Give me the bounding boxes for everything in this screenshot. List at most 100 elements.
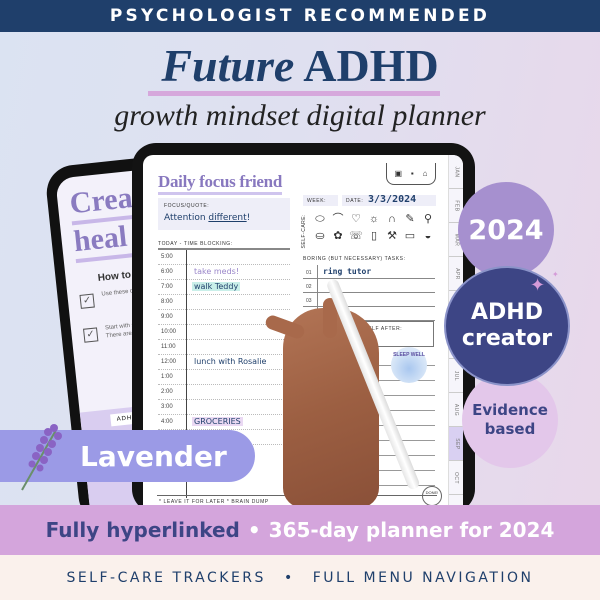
time-slot-entry: GROCERIES: [192, 417, 243, 426]
time-slot-time: 8:00: [161, 299, 173, 305]
bowl-icon[interactable]: ◒: [419, 229, 437, 243]
index-icon[interactable]: ▪: [411, 169, 414, 178]
main-title: Future ADHD: [0, 40, 600, 92]
meditation-icon[interactable]: ⚲: [419, 212, 437, 226]
focus-label: Focus/quote:: [164, 203, 210, 209]
date-value: 3/3/2024: [368, 194, 417, 205]
calendar-icon[interactable]: ▣: [394, 169, 402, 178]
hand-image: [263, 298, 379, 508]
month-tab-label: APR: [453, 267, 460, 280]
focus-quote-box[interactable]: Focus/quote: Attention different!: [158, 198, 290, 230]
top-banner: PSYCHOLOGIST RECOMMENDED: [0, 0, 600, 32]
title-italic: Future: [161, 40, 295, 91]
time-slot-entry: take meds!: [194, 267, 240, 276]
evidence-badge: Evidence based: [462, 372, 558, 468]
headphones-icon[interactable]: ∩: [383, 212, 401, 226]
time-slot-time: 2:00: [161, 389, 173, 395]
time-slot-time: 12:00: [161, 359, 177, 365]
selfcare-tracker-grid: ⬭ ⌒ ♡ ☼ ∩ ✎ ⚲ ⛀ ✿ ☏ ▯ ⚒ ▭ ◒: [311, 212, 439, 243]
paw-icon[interactable]: ✿: [329, 229, 347, 243]
month-tab-label: AUG: [453, 403, 460, 416]
feature-bar: SELF-CARE TRACKERS • FULL MENU NAVIGATIO…: [0, 555, 600, 600]
time-slot-row[interactable]: 8:00: [158, 295, 290, 310]
subtitle: growth mindset digital planner: [114, 99, 486, 132]
month-tab-label: OCT: [453, 471, 460, 484]
time-slot-row[interactable]: 4:00 GROCERIES: [158, 415, 290, 430]
task-row[interactable]: 02: [303, 279, 435, 293]
time-slot-row[interactable]: 11:00: [158, 340, 290, 355]
promo-part-1: Fully hyperlinked: [45, 518, 240, 542]
month-tab-oct[interactable]: OCT: [449, 461, 463, 495]
focus-text-post: !: [246, 213, 251, 223]
lavender-flower-icon: [21, 424, 62, 491]
phone-icon[interactable]: ☏: [347, 229, 365, 243]
pill-icon[interactable]: ⬭: [311, 212, 329, 226]
time-slot-row[interactable]: 12:00 lunch with Rosalie: [158, 355, 290, 370]
time-slot-time: 3:00: [161, 404, 173, 410]
feature-separator: •: [283, 569, 295, 586]
nav-icons: ▣ ▪ ⌂: [386, 163, 436, 185]
done-stamp[interactable]: DONE!: [422, 486, 442, 505]
week-field[interactable]: Week:: [303, 195, 338, 206]
heart-icon[interactable]: ♡: [347, 212, 365, 226]
selfcare-label: Self-care:: [301, 214, 307, 249]
checkbox-checked-icon: ✓: [83, 327, 99, 343]
planner-title: Daily focus friend: [158, 172, 282, 195]
task-number: 02: [306, 284, 312, 290]
time-slot-row[interactable]: 6:00 take meds!: [158, 265, 290, 280]
feature-1: SELF-CARE TRACKERS: [66, 569, 266, 586]
year-badge-text: 2024: [468, 214, 544, 246]
time-slot-time: 5:00: [161, 254, 173, 260]
month-tab-label: JUL: [453, 370, 460, 381]
evidence-line-2: based: [484, 420, 536, 438]
time-slot-time: 4:00: [161, 419, 173, 425]
week-label: Week:: [307, 198, 327, 204]
laptop-icon[interactable]: ▭: [401, 229, 419, 243]
promo-bar: Fully hyperlinked • 365-day planner for …: [0, 505, 600, 555]
date-label: Date:: [346, 198, 364, 204]
time-slot-entry: lunch with Rosalie: [194, 357, 267, 366]
task-number: 03: [306, 298, 312, 304]
bath-icon[interactable]: ⛀: [311, 229, 329, 243]
title-underline: [148, 91, 440, 96]
time-slot-row[interactable]: 1:00: [158, 370, 290, 385]
sparkle-icon: ✦: [552, 270, 559, 279]
time-slot-row[interactable]: 3:00: [158, 400, 290, 415]
home-icon[interactable]: ⌂: [423, 169, 428, 178]
sun-icon[interactable]: ☼: [365, 212, 383, 226]
month-tab-sep[interactable]: SEP: [449, 427, 463, 461]
time-slot-time: 10:00: [161, 329, 177, 335]
title-rest: ADHD: [294, 40, 439, 91]
top-banner-text: PSYCHOLOGIST RECOMMENDED: [109, 6, 491, 26]
focus-text-pre: Attention: [164, 213, 209, 223]
feature-2: FULL MENU NAVIGATION: [312, 569, 534, 586]
date-field[interactable]: Date: 3/3/2024: [342, 194, 436, 206]
task-row[interactable]: 01 ring tutor: [303, 265, 435, 279]
promo-part-2: 365-day planner for 2024: [268, 518, 555, 542]
water-glass-icon[interactable]: ▯: [365, 229, 383, 243]
adhd-line-2: creator: [461, 326, 553, 351]
time-slot-row[interactable]: 2:00: [158, 385, 290, 400]
checkbox-checked-icon: ✓: [79, 293, 95, 309]
back-howto-heading: How to: [97, 269, 132, 284]
time-slot-time: 9:00: [161, 314, 173, 320]
task-number: 01: [306, 270, 312, 276]
time-slot-entry: walk Teddy: [192, 282, 241, 291]
month-tab-label: JAN: [453, 166, 460, 177]
focus-text: Attention different!: [164, 213, 250, 223]
sleep-well-sticker: SLEEP WELL: [391, 347, 427, 383]
time-blocking-label: Today - time blocking:: [158, 241, 233, 247]
tooth-icon[interactable]: ⌒: [329, 212, 347, 226]
task-text: ring tutor: [323, 267, 372, 276]
promo-separator: •: [247, 518, 261, 542]
month-tab-aug[interactable]: AUG: [449, 393, 463, 427]
time-slot-time: 7:00: [161, 284, 173, 290]
time-slot-row[interactable]: 5:00: [158, 250, 290, 265]
month-tab-label: SEP: [453, 437, 460, 450]
month-tab-jan[interactable]: JAN: [449, 155, 463, 189]
time-slot-time: 6:00: [161, 269, 173, 275]
broom-icon[interactable]: ⚒: [383, 229, 401, 243]
time-slot-time: 11:00: [161, 344, 176, 350]
time-slot-row[interactable]: 7:00 walk Teddy: [158, 280, 290, 295]
journal-icon[interactable]: ✎: [401, 212, 419, 226]
